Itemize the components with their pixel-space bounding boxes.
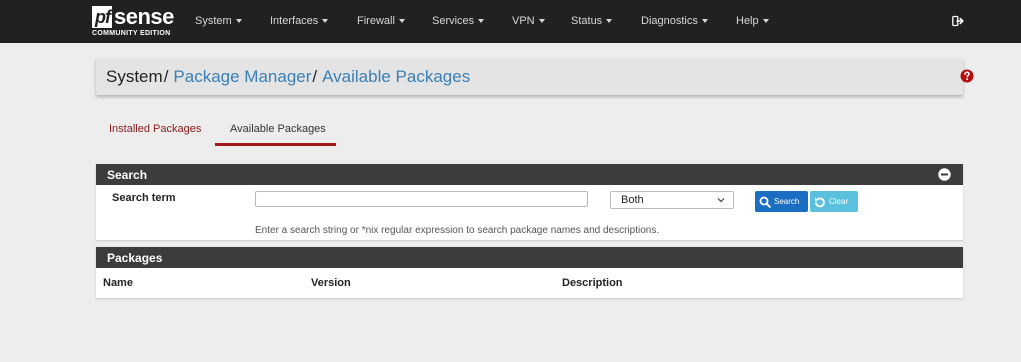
search-button[interactable]: Search	[755, 191, 808, 212]
nav-diagnostics[interactable]: Diagnostics	[641, 15, 708, 27]
logo-wordmark: pf sense	[92, 6, 174, 28]
packages-panel: Packages Name Version Description	[96, 247, 963, 298]
packages-panel-heading: Packages	[96, 247, 963, 268]
search-scope-select[interactable]: Both	[610, 191, 734, 209]
tab-available-packages[interactable]: Available Packages	[230, 123, 326, 135]
breadcrumb-available-packages[interactable]: Available Packages	[322, 67, 470, 86]
panel-title: Packages	[107, 251, 163, 265]
undo-icon	[815, 197, 825, 207]
logo-pf: pf	[92, 6, 112, 28]
nav-label: Services	[432, 15, 475, 27]
caret-down-icon	[398, 19, 405, 24]
search-term-label: Search term	[112, 192, 176, 204]
breadcrumb-separator: /	[312, 67, 318, 86]
question-circle-icon[interactable]	[960, 69, 974, 83]
nav-label: Firewall	[357, 15, 395, 27]
caret-down-icon	[478, 19, 485, 24]
panel-title: Search	[107, 168, 148, 182]
nav-firewall[interactable]: Firewall	[357, 15, 405, 27]
minus-circle-icon[interactable]	[938, 168, 951, 181]
search-term-input[interactable]	[255, 191, 588, 207]
nav-status[interactable]: Status	[571, 15, 613, 27]
top-navbar: pf sense COMMUNITY EDITION System Interf…	[0, 0, 1021, 43]
breadcrumb-separator: /	[163, 67, 169, 86]
nav-services[interactable]: Services	[432, 15, 485, 27]
search-help-text: Enter a search string or *nix regular ex…	[255, 225, 660, 236]
nav-vpn[interactable]: VPN	[512, 15, 545, 27]
search-panel: Search Search term Both Search Clear Ent…	[96, 164, 963, 240]
column-header-description[interactable]: Description	[562, 277, 623, 289]
caret-down-icon	[606, 19, 613, 24]
column-header-name[interactable]: Name	[103, 277, 133, 289]
search-button-label: Search	[774, 197, 800, 206]
logo-sense: sense	[114, 4, 174, 29]
nav-help[interactable]: Help	[736, 15, 769, 27]
clear-button-label: Clear	[829, 197, 849, 206]
breadcrumb-root: System	[106, 67, 163, 86]
sign-out-icon[interactable]	[952, 15, 964, 27]
chevron-down-icon	[717, 198, 725, 203]
caret-down-icon	[538, 19, 545, 24]
tab-installed-packages[interactable]: Installed Packages	[109, 123, 201, 135]
nav-system[interactable]: System	[195, 15, 242, 27]
search-panel-heading: Search	[96, 164, 963, 185]
caret-down-icon	[762, 19, 769, 24]
search-icon	[759, 196, 771, 208]
breadcrumb: System/Package Manager/Available Package…	[106, 67, 470, 87]
pfsense-logo[interactable]: pf sense COMMUNITY EDITION	[92, 6, 182, 40]
breadcrumb-package-manager[interactable]: Package Manager	[173, 67, 311, 86]
active-tab-indicator	[215, 143, 336, 146]
caret-down-icon	[322, 19, 329, 24]
nav-label: Help	[736, 15, 759, 27]
logo-edition: COMMUNITY EDITION	[92, 30, 171, 37]
nav-label: VPN	[512, 15, 535, 27]
select-value: Both	[621, 194, 644, 206]
page-header: System/Package Manager/Available Package…	[96, 58, 963, 95]
caret-down-icon	[235, 19, 242, 24]
clear-button[interactable]: Clear	[810, 191, 858, 212]
nav-label: Interfaces	[270, 15, 319, 27]
nav-label: Status	[571, 15, 603, 27]
nav-label: Diagnostics	[641, 15, 698, 27]
caret-down-icon	[701, 19, 708, 24]
nav-interfaces[interactable]: Interfaces	[270, 15, 329, 27]
column-header-version[interactable]: Version	[311, 277, 351, 289]
nav-label: System	[195, 15, 232, 27]
